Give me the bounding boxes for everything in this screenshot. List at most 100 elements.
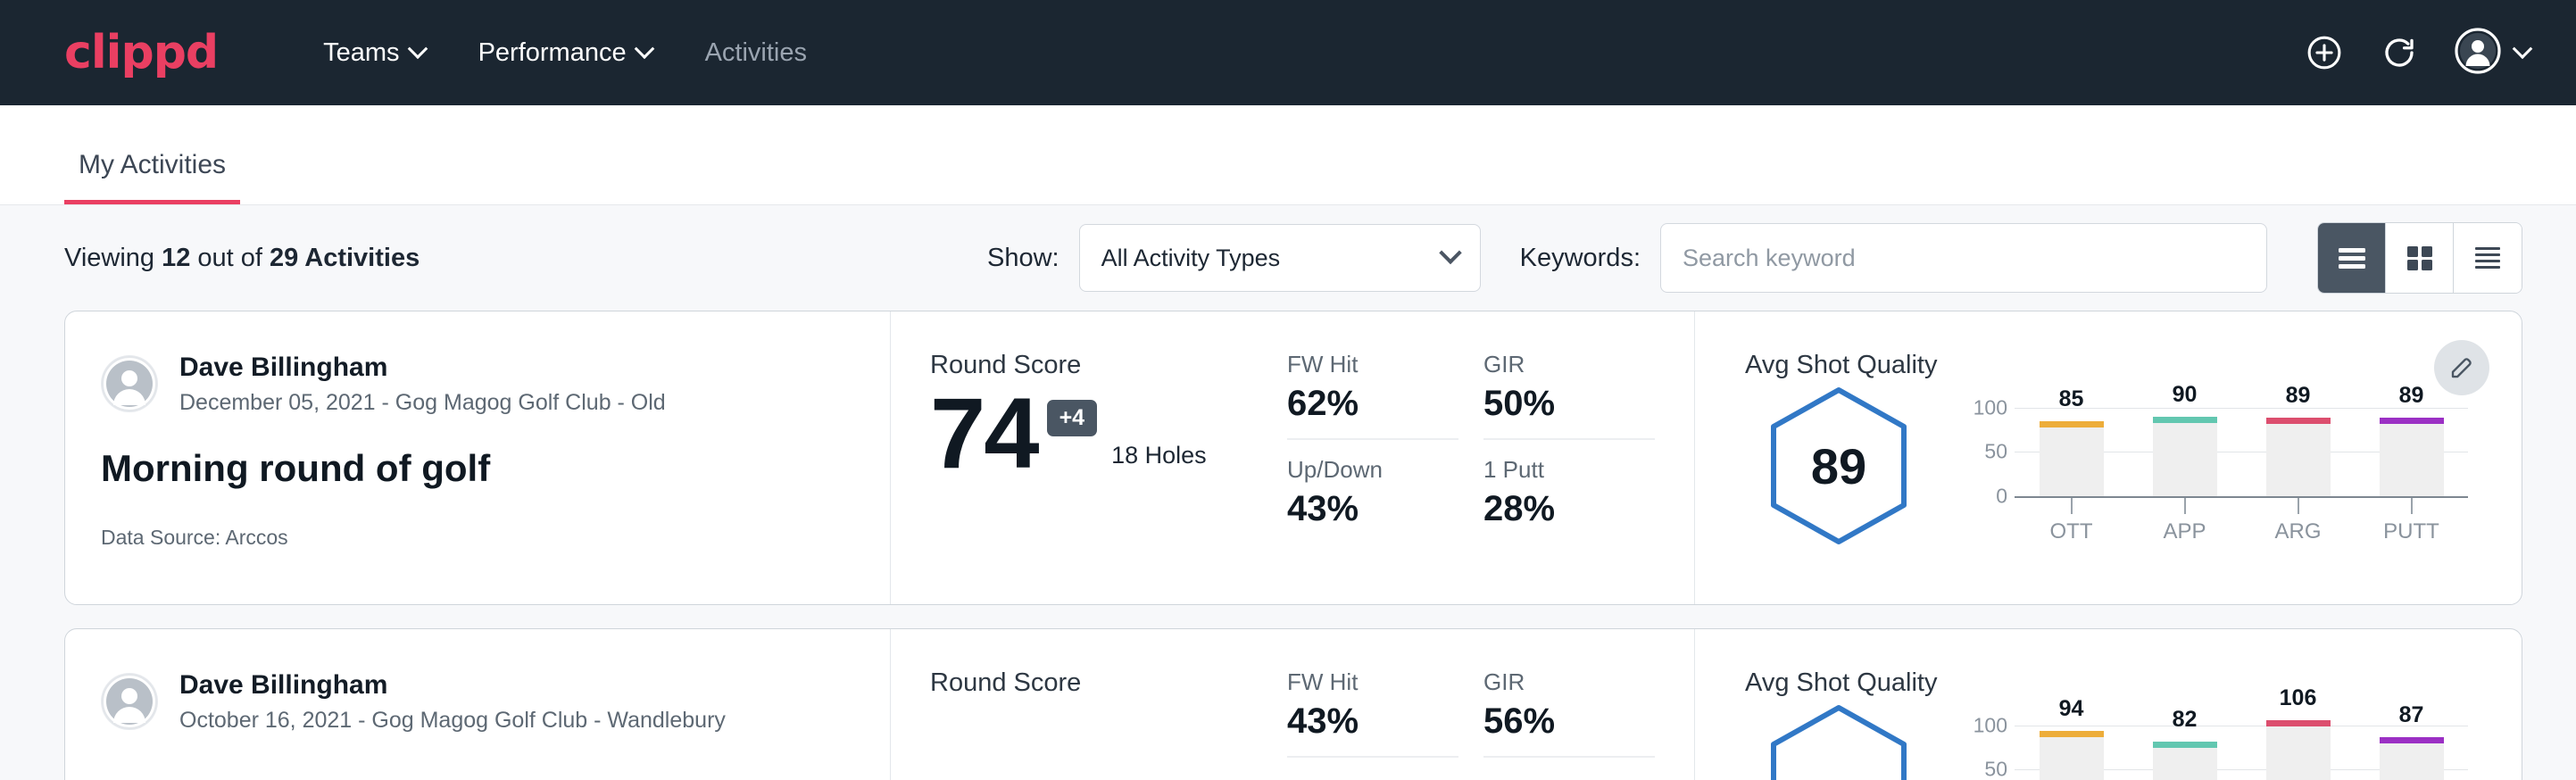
shot-quality-value: 89	[1767, 386, 1910, 546]
chevron-down-icon	[407, 38, 428, 59]
round-score-section: Round Score	[891, 629, 1284, 780]
viewing-count: 12	[162, 244, 190, 272]
round-score-label: Round Score	[930, 351, 1284, 380]
nav-item-performance[interactable]: Performance	[452, 38, 678, 68]
tab-my-activities-label: My Activities	[79, 150, 226, 179]
chart-bar: 82	[2153, 703, 2217, 780]
search-input[interactable]	[1660, 223, 2267, 293]
chart-bar-cap	[2266, 418, 2331, 424]
stat-one-putt: 1 Putt 28%	[1483, 456, 1655, 544]
chart-bars: 94 82 106 87	[2015, 703, 2468, 780]
compact-view-button[interactable]	[2454, 223, 2522, 293]
activity-summary: Dave Billingham December 05, 2021 - Gog …	[65, 311, 891, 604]
activity-author: Dave Billingham October 16, 2021 - Gog M…	[101, 668, 854, 734]
tab-my-activities[interactable]: My Activities	[64, 150, 240, 204]
stat-gir: GIR 56%	[1483, 668, 1655, 758]
stat-gir-label: GIR	[1483, 351, 1655, 378]
y-axis-tick: 50	[1968, 758, 2007, 780]
refresh-icon[interactable]	[2380, 33, 2419, 72]
x-axis-label: ARG	[2266, 519, 2331, 544]
activity-card[interactable]: Dave Billingham December 05, 2021 - Gog …	[64, 311, 2522, 605]
list-view-button[interactable]	[2318, 223, 2386, 293]
stat-fw-hit-value: 43%	[1287, 701, 1458, 742]
chart-bar-body	[2380, 424, 2444, 496]
chart-bars: 85908989	[2015, 386, 2468, 496]
filter-bar: Viewing 12 out of 29 Activities Show: Al…	[0, 205, 2576, 311]
chart-bar-body	[2266, 424, 2331, 496]
shot-quality-hex-wrap	[1745, 703, 1932, 780]
activity-title: Morning round of golf	[101, 447, 854, 490]
shot-quality-hexagon: 89	[1767, 386, 1910, 546]
edit-activity-button[interactable]	[2434, 340, 2489, 395]
activity-data-source: Data Source: Arccos	[101, 526, 854, 550]
y-axis-tick: 100	[1968, 713, 2007, 737]
chart-bar: 87	[2380, 703, 2444, 780]
stat-gir: GIR 50%	[1483, 351, 1655, 440]
nav-item-activities[interactable]: Activities	[678, 38, 834, 68]
stat-gir-value: 50%	[1483, 384, 1655, 424]
x-axis-label: OTT	[2040, 519, 2104, 544]
chart-bar-cap	[2380, 418, 2444, 424]
chart-bar-cap	[2380, 737, 2444, 743]
y-axis-tick: 50	[1968, 440, 2007, 464]
stat-fw-hit-label: FW Hit	[1287, 351, 1458, 378]
keywords-label: Keywords:	[1520, 244, 1641, 273]
add-circle-icon[interactable]	[2305, 33, 2344, 72]
chart-bar-cap	[2040, 421, 2104, 427]
avg-shot-quality-section: Avg Shot Quality 050100948210687OTTAPPAR…	[1694, 629, 2522, 780]
activity-card[interactable]: Dave Billingham October 16, 2021 - Gog M…	[64, 628, 2522, 780]
show-label: Show:	[987, 244, 1059, 273]
chart-bar-value: 85	[2040, 386, 2104, 412]
chart-bar-value: 82	[2153, 707, 2217, 733]
activity-type-select[interactable]: All Activity Types	[1079, 224, 1481, 292]
nav-item-teams-label: Teams	[323, 38, 399, 68]
clippd-logo[interactable]: clippd	[64, 26, 218, 79]
round-score-row: 74 +4 18 Holes	[930, 384, 1284, 484]
y-axis-tick: 100	[1968, 395, 2007, 419]
round-score-value: 74	[930, 384, 1038, 484]
tab-strip: My Activities	[0, 105, 2576, 205]
chart-bar-cap	[2266, 720, 2331, 726]
stat-one-putt-value: 28%	[1483, 489, 1655, 529]
nav-item-teams[interactable]: Teams	[296, 38, 451, 68]
round-stats-grid: FW Hit 62% GIR 50% Up/Down 43% 1 Putt 28…	[1284, 311, 1694, 604]
stat-fw-hit-value: 62%	[1287, 384, 1458, 424]
stat-fw-hit: FW Hit 43%	[1287, 668, 1458, 758]
round-score-section: Round Score 74 +4 18 Holes	[891, 311, 1284, 604]
x-axis-label: APP	[2153, 519, 2217, 544]
chart-bar-body	[2153, 423, 2217, 496]
y-axis-tick: 0	[1968, 485, 2007, 509]
chart-bar-cap	[2040, 731, 2104, 737]
filter-controls: Show: All Activity Types Keywords:	[987, 222, 2522, 294]
chart-bar-cap	[2153, 742, 2217, 748]
chart-bar-body	[2380, 743, 2444, 780]
avg-shot-quality-body: 050100948210687OTTAPPARGPUTT	[1745, 703, 2522, 780]
view-mode-toggle-group	[2317, 222, 2522, 294]
holes-label: 18 Holes	[1111, 442, 1207, 469]
viewing-middle: out of	[190, 244, 270, 272]
shot-quality-bar-chart: 05010085908989OTTAPPARGPUTT	[1968, 386, 2468, 564]
chevron-down-icon	[2513, 38, 2533, 59]
viewing-total: 29 Activities	[270, 244, 420, 272]
chart-bar-value: 90	[2153, 382, 2217, 408]
chart-bar-body	[2153, 748, 2217, 780]
chart-bar: 106	[2266, 703, 2331, 780]
chevron-down-icon	[634, 38, 654, 59]
stat-one-putt-label: 1 Putt	[1483, 456, 1655, 484]
chart-bar-value: 94	[2040, 696, 2104, 722]
shot-quality-bar-chart: 050100948210687OTTAPPARGPUTT	[1968, 703, 2468, 780]
avg-shot-quality-label: Avg Shot Quality	[1745, 351, 2522, 380]
chart-bar-value: 87	[2380, 702, 2444, 728]
chart-bar: 89	[2266, 386, 2331, 496]
chart-bar-value: 106	[2266, 685, 2331, 711]
chart-bar-body	[2040, 427, 2104, 496]
chart-bar-body	[2040, 737, 2104, 780]
chart-bar: 85	[2040, 386, 2104, 496]
chart-bar: 94	[2040, 703, 2104, 780]
avg-shot-quality-body: 89 05010085908989OTTAPPARGPUTT	[1745, 386, 2522, 564]
grid-view-button[interactable]	[2386, 223, 2454, 293]
account-menu[interactable]	[2455, 28, 2530, 79]
round-score-label: Round Score	[930, 668, 1284, 698]
chart-x-labels: OTTAPPARGPUTT	[2015, 519, 2468, 544]
account-avatar-icon	[2455, 28, 2501, 79]
